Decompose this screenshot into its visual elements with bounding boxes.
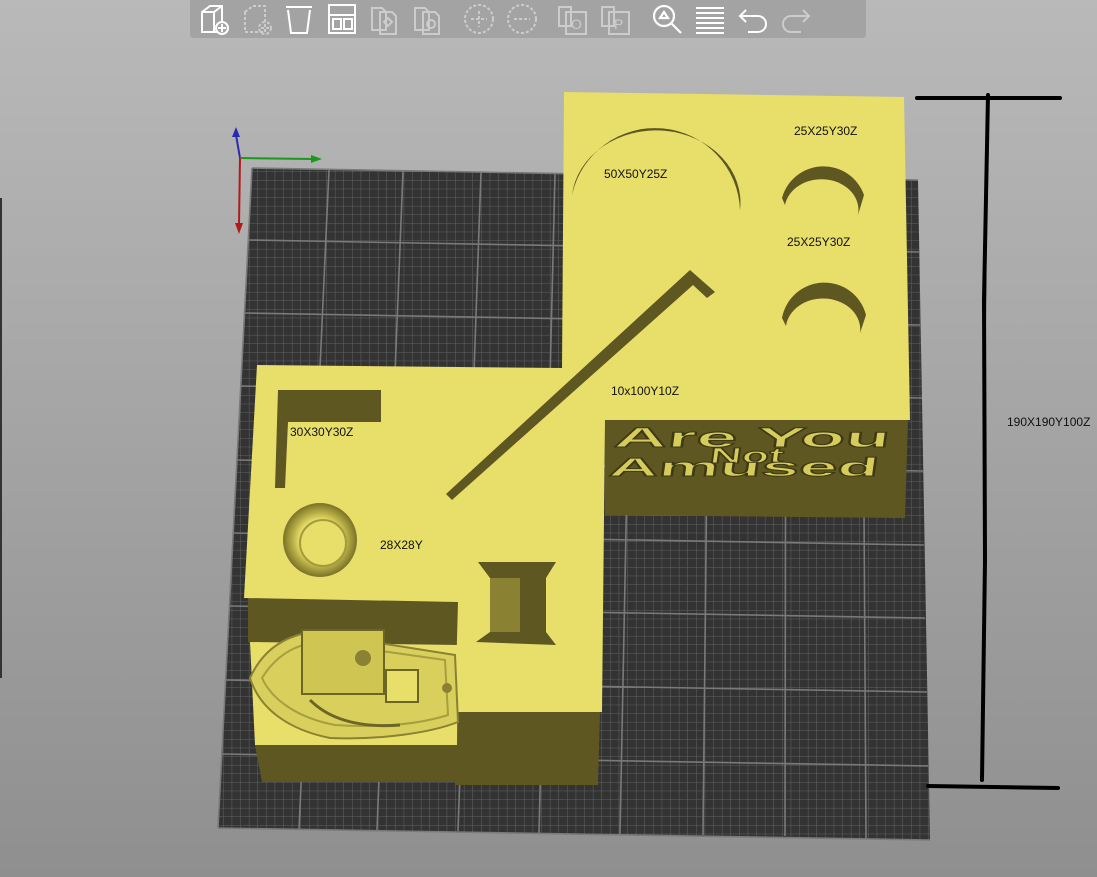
- label-hole-small-bottom: 25X25Y30Z: [787, 235, 851, 249]
- 3d-viewport[interactable]: Are You Not Amused: [0, 0, 1097, 877]
- label-overall-dimension: 190X190Y100Z: [1007, 415, 1091, 429]
- y-axis-icon: [311, 155, 322, 163]
- label-hole-small-top: 25X25Y30Z: [794, 124, 858, 138]
- label-slot: 10x100Y10Z: [611, 384, 680, 398]
- dimension-annotation: [915, 93, 1062, 790]
- engraved-line-3: Amused: [607, 452, 881, 482]
- label-ring: 28X28Y: [380, 538, 423, 552]
- label-square-pocket: 30X30Y30Z: [290, 425, 354, 439]
- label-hole-large: 50X50Y25Z: [604, 167, 668, 181]
- z-axis-icon: [232, 127, 240, 137]
- engraved-text: Are You Not Amused: [607, 422, 893, 483]
- x-axis-icon: [235, 223, 243, 234]
